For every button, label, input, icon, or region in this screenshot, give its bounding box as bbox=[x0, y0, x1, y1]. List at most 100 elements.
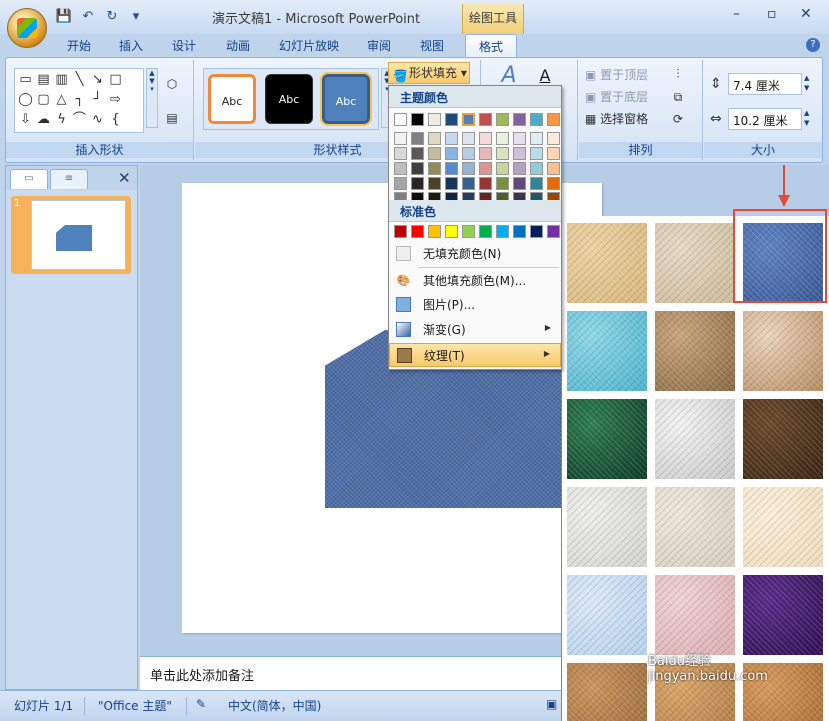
width-spinner[interactable]: ▲ ▼ bbox=[804, 108, 809, 128]
color-swatch[interactable] bbox=[411, 147, 424, 160]
elbow-connector-icon[interactable]: ┐ bbox=[71, 91, 88, 110]
selection-pane-button[interactable]: ▦ 选择窗格 bbox=[585, 110, 648, 127]
color-swatch[interactable] bbox=[479, 225, 492, 238]
texture-granite[interactable] bbox=[567, 487, 647, 567]
cloud-icon[interactable]: ☁ bbox=[35, 111, 52, 130]
edit-shape-icon[interactable]: ⬡ bbox=[161, 74, 183, 94]
color-swatch[interactable] bbox=[394, 132, 407, 145]
color-swatch[interactable] bbox=[445, 147, 458, 160]
texture-brown-marble[interactable] bbox=[743, 399, 823, 479]
right-arrow-icon[interactable]: ⇨ bbox=[107, 91, 124, 110]
color-swatch[interactable] bbox=[462, 132, 475, 145]
more-colors-item[interactable]: 🎨 其他填充颜色(M)... bbox=[389, 269, 561, 293]
close-pane-icon[interactable]: ✕ bbox=[118, 169, 131, 187]
color-swatch[interactable] bbox=[496, 147, 509, 160]
color-swatch[interactable] bbox=[445, 225, 458, 238]
save-icon[interactable]: 💾 bbox=[55, 8, 73, 26]
color-swatch[interactable] bbox=[496, 113, 509, 126]
tab-review[interactable]: 审阅 bbox=[367, 37, 391, 54]
office-button[interactable] bbox=[7, 8, 47, 48]
rotate-icon[interactable]: ⟳ bbox=[667, 109, 689, 129]
color-swatch[interactable] bbox=[547, 177, 560, 190]
customize-icon[interactable]: ▾ bbox=[127, 8, 145, 26]
color-swatch[interactable] bbox=[530, 225, 543, 238]
color-swatch[interactable] bbox=[513, 147, 526, 160]
texture-fish-fossil[interactable] bbox=[743, 311, 823, 391]
color-swatch[interactable] bbox=[428, 177, 441, 190]
color-swatch[interactable] bbox=[547, 147, 560, 160]
color-swatch[interactable] bbox=[428, 225, 441, 238]
brace-icon[interactable]: { bbox=[107, 111, 124, 130]
textbox-icon[interactable]: ▤ bbox=[35, 71, 52, 90]
color-swatch[interactable] bbox=[496, 132, 509, 145]
tab-insert[interactable]: 插入 bbox=[119, 37, 143, 54]
color-swatch[interactable] bbox=[513, 113, 526, 126]
texture-newsprint[interactable] bbox=[655, 487, 735, 567]
down-arrow-icon[interactable]: ⇩ bbox=[17, 111, 34, 130]
texture-blue-tissue-paper[interactable] bbox=[567, 575, 647, 655]
shapes-gallery[interactable]: ▭ ▤ ▥ ╲ ↘ □ ◯ ▢ △ ┐ ┘ ⇨ ⇩ ☁ ϟ ⌒ ∿ { bbox=[14, 68, 144, 133]
tab-design[interactable]: 设计 bbox=[172, 37, 196, 54]
color-swatch[interactable] bbox=[445, 162, 458, 175]
color-swatch[interactable] bbox=[445, 113, 458, 126]
style-swatch-blue[interactable]: Abc bbox=[320, 72, 372, 126]
height-spinner[interactable]: ▲ ▼ bbox=[804, 73, 809, 93]
text-fill-icon[interactable]: A bbox=[534, 66, 556, 86]
color-swatch[interactable] bbox=[496, 225, 509, 238]
texture-water-droplets[interactable] bbox=[567, 311, 647, 391]
color-swatch[interactable] bbox=[530, 177, 543, 190]
color-swatch[interactable] bbox=[547, 113, 560, 126]
color-swatch[interactable] bbox=[479, 113, 492, 126]
texture-pink-tissue-paper[interactable] bbox=[655, 575, 735, 655]
texture-cork[interactable] bbox=[567, 663, 647, 721]
color-swatch[interactable] bbox=[547, 225, 560, 238]
color-swatch[interactable] bbox=[479, 147, 492, 160]
align-icon[interactable]: ⫶ bbox=[667, 64, 689, 84]
color-swatch[interactable] bbox=[496, 177, 509, 190]
slide-thumbnail[interactable]: 1 bbox=[11, 196, 131, 274]
color-swatch[interactable] bbox=[411, 113, 424, 126]
color-swatch[interactable] bbox=[428, 162, 441, 175]
help-icon[interactable]: ? bbox=[806, 38, 820, 52]
notes-pane[interactable]: 单击此处添加备注 bbox=[140, 656, 580, 690]
color-swatch[interactable] bbox=[462, 113, 475, 126]
color-swatch[interactable] bbox=[394, 147, 407, 160]
shape-fill-button[interactable]: 🪣 形状填充 ▾ bbox=[388, 62, 470, 84]
tab-home[interactable]: 开始 bbox=[67, 37, 91, 54]
texture-white-marble[interactable] bbox=[655, 399, 735, 479]
texture-item[interactable]: 纹理(T) ▶ bbox=[389, 343, 561, 367]
color-swatch[interactable] bbox=[394, 162, 407, 175]
tab-slideshow[interactable]: 幻灯片放映 bbox=[279, 37, 339, 54]
maximize-icon[interactable]: ▫ bbox=[767, 6, 777, 22]
color-swatch[interactable] bbox=[411, 177, 424, 190]
color-swatch[interactable] bbox=[530, 147, 543, 160]
rounded-rect-icon[interactable]: ▢ bbox=[35, 91, 52, 110]
shapes-scroll[interactable]: ▲ ▼ ▾ bbox=[146, 68, 158, 128]
slides-tab-icon[interactable]: ▭ bbox=[10, 169, 48, 189]
color-swatch[interactable] bbox=[394, 177, 407, 190]
lightning-icon[interactable]: ϟ bbox=[53, 111, 70, 130]
color-swatch[interactable] bbox=[513, 177, 526, 190]
color-swatch[interactable] bbox=[428, 113, 441, 126]
color-swatch[interactable] bbox=[547, 132, 560, 145]
text-box-icon[interactable]: ▤ bbox=[161, 108, 183, 128]
color-swatch[interactable] bbox=[411, 225, 424, 238]
color-swatch[interactable] bbox=[445, 132, 458, 145]
tab-format[interactable]: 格式 bbox=[465, 34, 518, 58]
rectangle-icon[interactable]: ▭ bbox=[17, 71, 34, 90]
color-swatch[interactable] bbox=[479, 177, 492, 190]
normal-view-icon[interactable]: ▣ bbox=[546, 697, 557, 711]
color-swatch[interactable] bbox=[428, 132, 441, 145]
triangle-icon[interactable]: △ bbox=[53, 91, 70, 110]
wave-icon[interactable]: ∿ bbox=[89, 111, 106, 130]
elbow-arrow-icon[interactable]: ┘ bbox=[89, 91, 106, 110]
height-input[interactable]: 7.4 厘米 bbox=[728, 73, 802, 95]
color-swatch[interactable] bbox=[462, 147, 475, 160]
color-swatch[interactable] bbox=[530, 132, 543, 145]
color-swatch[interactable] bbox=[394, 113, 407, 126]
no-fill-item[interactable]: 无填充颜色(N) bbox=[389, 242, 561, 266]
shape-styles-gallery[interactable]: Abc Abc Abc bbox=[203, 68, 379, 130]
color-swatch[interactable] bbox=[513, 225, 526, 238]
color-swatch[interactable] bbox=[411, 162, 424, 175]
texture-papyrus[interactable] bbox=[567, 223, 647, 303]
